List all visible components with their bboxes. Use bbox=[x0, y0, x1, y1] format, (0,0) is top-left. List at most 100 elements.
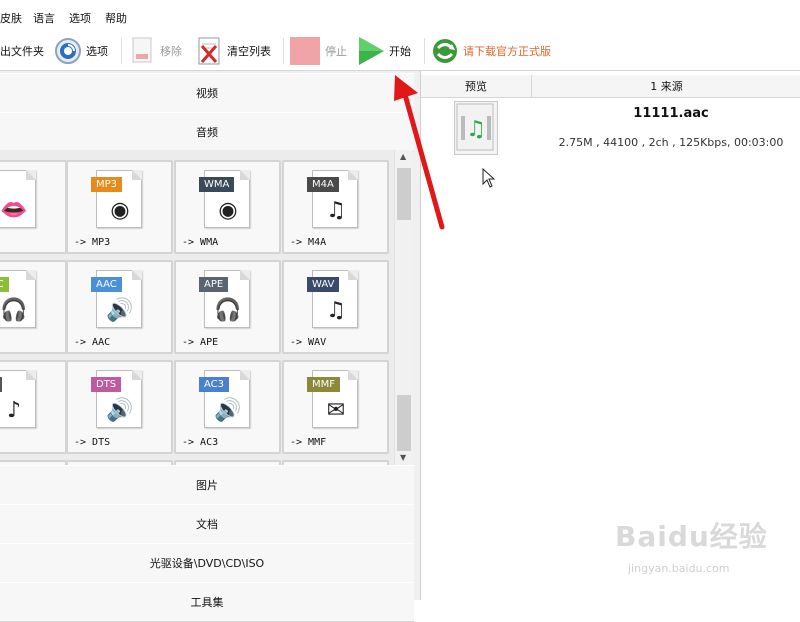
output-folder-button[interactable]: 出文件夹 bbox=[0, 36, 44, 66]
headphones-icon: 🎧 bbox=[214, 298, 242, 323]
format-tag: MP3 bbox=[91, 177, 123, 192]
toolbar-divider bbox=[121, 38, 122, 64]
format-tag: WMA bbox=[199, 177, 235, 192]
format-card[interactable]: DTS 🔊 -> DTS bbox=[66, 360, 173, 454]
file-thumbnail[interactable]: ♫ bbox=[454, 101, 498, 155]
play-icon bbox=[359, 37, 384, 65]
headphones-icon: 🎧 bbox=[0, 298, 28, 323]
baidu-watermark: Baidu经验 bbox=[615, 520, 768, 553]
toolbar-divider bbox=[424, 38, 425, 64]
stop-label: 停止 bbox=[325, 45, 347, 58]
speaker-disc-icon: ◉ bbox=[110, 198, 130, 223]
annotation-arrow-icon bbox=[394, 75, 445, 230]
format-card[interactable]: M4A ♫ -> M4A bbox=[282, 160, 389, 254]
output-folder-label: 出文件夹 bbox=[0, 45, 44, 58]
file-doc-icon: AAC 🔊 bbox=[91, 270, 142, 328]
format-card[interactable]: MP3 ◉ -> MP3 bbox=[66, 160, 173, 254]
section-tools[interactable]: 工具集 bbox=[0, 582, 414, 622]
menu-skin[interactable]: 皮肤 bbox=[0, 10, 22, 26]
envelope-icon: ✉ bbox=[326, 398, 346, 423]
file-doc-icon: APE 🎧 bbox=[199, 270, 250, 328]
baidu-watermark-url: jingyan.baidu.com bbox=[628, 562, 730, 575]
format-tag: V bbox=[0, 377, 2, 392]
clear-list-button[interactable]: 清空列表 bbox=[196, 36, 271, 66]
start-label: 开始 bbox=[389, 45, 411, 58]
format-tag: APE bbox=[199, 277, 229, 292]
format-tag: WAV bbox=[307, 277, 340, 292]
start-button[interactable]: 开始 bbox=[356, 36, 411, 66]
file-doc-icon: DTS 🔊 bbox=[91, 370, 142, 428]
speaker-icon: 🔊 bbox=[214, 398, 242, 423]
section-image[interactable]: 图片 bbox=[0, 465, 414, 505]
section-audio[interactable]: 音频 bbox=[0, 112, 414, 152]
format-label: -> M4A bbox=[290, 237, 327, 248]
column-source[interactable]: 1 来源 bbox=[532, 75, 800, 98]
toolbar: 出文件夹 选项 移除 清空列表 停止 开始 请下载官方正式版 bbox=[0, 32, 800, 71]
format-tag: DTS bbox=[91, 377, 122, 392]
file-name: 11111.aac bbox=[633, 106, 709, 121]
format-card[interactable]: AC🎧AAC bbox=[0, 260, 67, 354]
scroll-down-icon[interactable]: ▼ bbox=[400, 453, 406, 462]
svg-text:♫: ♫ bbox=[466, 117, 486, 142]
options-button[interactable]: 选项 bbox=[52, 36, 108, 66]
file-doc-icon: WMA ◉ bbox=[199, 170, 250, 228]
menu-bar: 皮肤 语言 选项 帮助 bbox=[0, 0, 800, 32]
mouse-cursor-icon bbox=[482, 168, 496, 188]
format-card[interactable]: AC3 🔊 -> AC3 bbox=[174, 360, 281, 454]
format-card[interactable]: MMF ✉ -> MMF bbox=[282, 360, 389, 454]
format-tag: AAC bbox=[91, 277, 122, 292]
speaker-icon: 🔊 bbox=[106, 398, 134, 423]
file-doc-icon: V♪ bbox=[0, 370, 36, 428]
toolbar-divider bbox=[283, 38, 284, 64]
format-label: -> AAC bbox=[74, 337, 111, 348]
audio-format-grid: 👄>Wav MP3 ◉ -> MP3 WMA ◉ -> WMA M4A ♫ -> M4A AC 🎧 AA… bbox=[0, 150, 394, 465]
audio-file-icon: ♫ bbox=[456, 103, 494, 151]
options-label: 选项 bbox=[86, 45, 108, 58]
format-label: -> APE bbox=[182, 337, 219, 348]
media-disc-icon: ◉ bbox=[218, 198, 238, 223]
format-label: -> MMF bbox=[290, 437, 327, 448]
stop-button[interactable]: 停止 bbox=[289, 36, 347, 66]
lips-icon: 👄 bbox=[0, 198, 28, 223]
format-card[interactable]: V♪ck bbox=[0, 360, 67, 454]
format-label: -> WMA bbox=[182, 237, 219, 248]
file-doc-icon: AC3 🔊 bbox=[199, 370, 250, 428]
itunes-disc-icon: ♫ bbox=[326, 198, 346, 223]
section-document[interactable]: 文档 bbox=[0, 504, 414, 544]
file-doc-icon: MP3 ◉ bbox=[91, 170, 142, 228]
format-label: -> WAV bbox=[290, 337, 327, 348]
gear-icon bbox=[55, 38, 81, 64]
scrollbar-thumb[interactable] bbox=[397, 395, 411, 451]
clear-list-label: 清空列表 bbox=[227, 45, 271, 58]
file-doc-icon: MMF ✉ bbox=[307, 370, 358, 428]
menu-options[interactable]: 选项 bbox=[69, 10, 91, 26]
format-tag: MMF bbox=[307, 377, 341, 392]
file-doc-icon: M4A ♫ bbox=[307, 170, 358, 228]
file-doc-icon: 👄 bbox=[0, 170, 36, 228]
music-notes-icon: ♫ bbox=[326, 298, 346, 323]
file-doc-icon: AC 🎧 bbox=[0, 270, 36, 328]
format-card[interactable]: 👄>Wav bbox=[0, 160, 67, 254]
format-card[interactable]: AAC 🔊 -> AAC bbox=[66, 260, 173, 354]
format-card[interactable]: WMA ◉ -> WMA bbox=[174, 160, 281, 254]
format-card[interactable]: WAV ♫ -> WAV bbox=[282, 260, 389, 354]
menu-language[interactable]: 语言 bbox=[33, 10, 55, 26]
format-label: -> AC3 bbox=[182, 437, 219, 448]
section-optical[interactable]: 光驱设备\DVD\CD\ISO bbox=[0, 543, 414, 583]
remove-button[interactable]: 移除 bbox=[130, 36, 182, 66]
menu-help[interactable]: 帮助 bbox=[105, 10, 127, 26]
stop-icon bbox=[290, 37, 320, 65]
file-doc-icon: WAV ♫ bbox=[307, 270, 358, 328]
file-info: 2.75M , 44100 , 2ch , 125Kbps, 00:03:00 bbox=[558, 136, 784, 149]
remove-label: 移除 bbox=[160, 45, 182, 58]
download-official-label: 请下载官方正式版 bbox=[463, 45, 551, 58]
format-card[interactable]: APE 🎧 -> APE bbox=[174, 260, 281, 354]
format-tag: AC bbox=[0, 277, 9, 292]
download-official-link[interactable]: 请下载官方正式版 bbox=[430, 36, 551, 66]
globe-refresh-icon bbox=[433, 39, 457, 63]
speaker-icon: 🔊 bbox=[106, 298, 134, 323]
section-video[interactable]: 视频 bbox=[0, 73, 414, 113]
clear-list-icon bbox=[198, 37, 220, 65]
music-note-icon: ♪ bbox=[6, 398, 22, 423]
format-tag: M4A bbox=[307, 177, 339, 192]
